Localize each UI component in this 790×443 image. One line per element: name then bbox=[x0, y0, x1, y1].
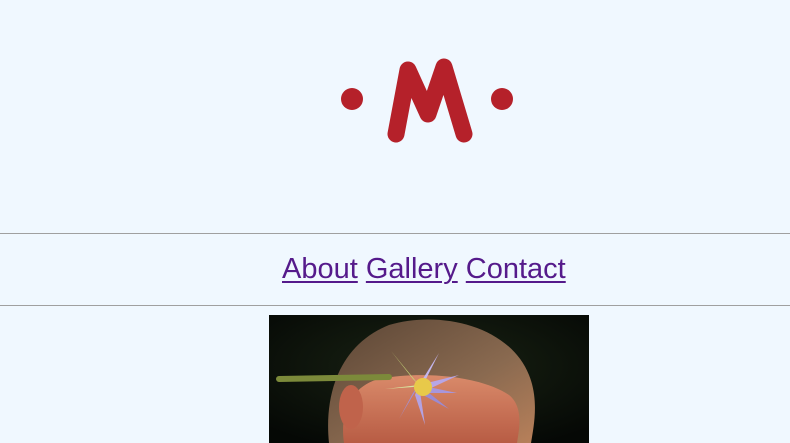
logo-dot-right-icon bbox=[491, 88, 513, 110]
logo-letter-m-icon bbox=[387, 58, 473, 143]
logo-mark-icon bbox=[341, 58, 513, 143]
hero-image bbox=[269, 315, 589, 443]
site-logo[interactable] bbox=[0, 0, 790, 233]
nav-divider-top bbox=[0, 233, 790, 234]
man-with-water-lily-photo bbox=[269, 315, 589, 443]
nav-divider-bottom bbox=[0, 305, 790, 306]
page: About Gallery Contact bbox=[0, 0, 790, 443]
main-nav: About Gallery Contact bbox=[282, 252, 566, 286]
logo-dot-left-icon bbox=[341, 88, 363, 110]
nav-link-contact[interactable]: Contact bbox=[466, 253, 566, 285]
nav-link-about[interactable]: About bbox=[282, 253, 358, 285]
nav-link-gallery[interactable]: Gallery bbox=[366, 253, 458, 285]
